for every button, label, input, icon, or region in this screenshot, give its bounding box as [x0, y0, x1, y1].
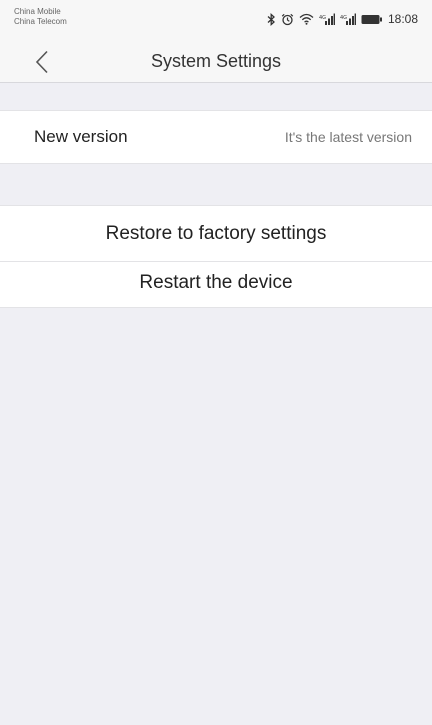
signal-icon: 4G	[340, 13, 356, 25]
bluetooth-icon	[267, 12, 276, 26]
carrier-1: China Mobile	[14, 7, 61, 16]
svg-text:4G: 4G	[340, 15, 347, 21]
signal-icon: 4G	[319, 13, 335, 25]
carrier-info: China Mobile China Telecom	[14, 7, 67, 27]
svg-text:4G: 4G	[319, 15, 326, 21]
nav-bar: System Settings	[0, 42, 432, 83]
restore-factory-button[interactable]: Restore to factory settings	[0, 205, 432, 262]
status-time: 18:08	[387, 12, 418, 26]
version-label: New version	[34, 127, 128, 146]
status-icons: 4G 4G 18:08	[267, 11, 418, 27]
alarm-icon	[281, 13, 294, 26]
battery-icon	[361, 14, 383, 25]
version-row[interactable]: New version It's the latest version	[0, 110, 432, 164]
carrier-2: China Telecom	[14, 17, 67, 26]
status-bar: China Mobile China Telecom 4G 4G 18:08	[0, 0, 432, 42]
page-title: System Settings	[150, 51, 282, 71]
wifi-icon	[299, 13, 314, 25]
restart-device-button[interactable]: Restart the device	[0, 262, 432, 308]
version-status: It's the latest version	[284, 129, 412, 145]
